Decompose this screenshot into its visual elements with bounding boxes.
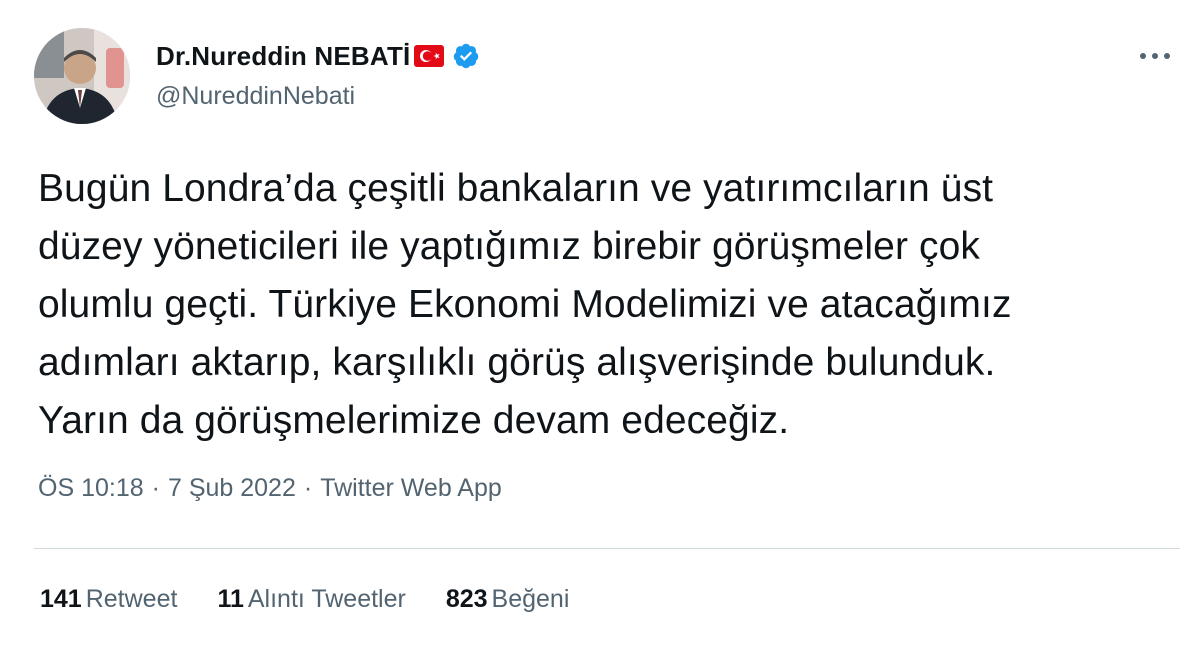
tweet-stats: 141 Retweet 11 Alıntı Tweetler 823 Beğeni xyxy=(40,585,569,614)
divider xyxy=(34,548,1180,549)
likes-stat[interactable]: 823 Beğeni xyxy=(446,585,570,614)
tweet-date[interactable]: 7 Şub 2022 xyxy=(168,474,296,503)
meta-separator: · xyxy=(151,474,160,502)
avatar[interactable] xyxy=(34,28,130,124)
retweets-count: 141 xyxy=(40,585,82,613)
likes-label: Beğeni xyxy=(491,585,570,613)
tweet-text: Bugün Londra’da çeşitli bankaların ve ya… xyxy=(38,167,1012,442)
avatar-image xyxy=(34,28,130,124)
tweet-card: Dr.Nureddin NEBATİ @NureddinNebati Bugün… xyxy=(0,0,1200,654)
meta-separator: · xyxy=(303,474,313,502)
name-row: Dr.Nureddin NEBATİ xyxy=(156,36,480,76)
user-names: Dr.Nureddin NEBATİ @NureddinNebati xyxy=(156,36,480,111)
quotes-count: 11 xyxy=(217,585,244,613)
quote-tweets-stat[interactable]: 11 Alıntı Tweetler xyxy=(217,585,405,614)
more-options-icon[interactable] xyxy=(1138,44,1172,68)
tweet-time[interactable]: ÖS 10:18 xyxy=(38,474,144,503)
retweets-stat[interactable]: 141 Retweet xyxy=(40,585,177,614)
turkey-flag-icon xyxy=(414,45,445,67)
tweet-source-link[interactable]: Twitter Web App xyxy=(320,474,502,503)
tweet-header: Dr.Nureddin NEBATİ @NureddinNebati xyxy=(34,28,480,124)
retweets-label: Retweet xyxy=(85,585,178,613)
tweet-meta: ÖS 10:18 · 7 Şub 2022 · Twitter Web App xyxy=(38,474,502,503)
quotes-label: Alıntı Tweetler xyxy=(247,585,406,613)
display-name[interactable]: Dr.Nureddin NEBATİ xyxy=(156,41,410,72)
user-handle[interactable]: @NureddinNebati xyxy=(156,82,480,111)
verified-badge-icon xyxy=(452,42,480,70)
likes-count: 823 xyxy=(445,585,488,613)
